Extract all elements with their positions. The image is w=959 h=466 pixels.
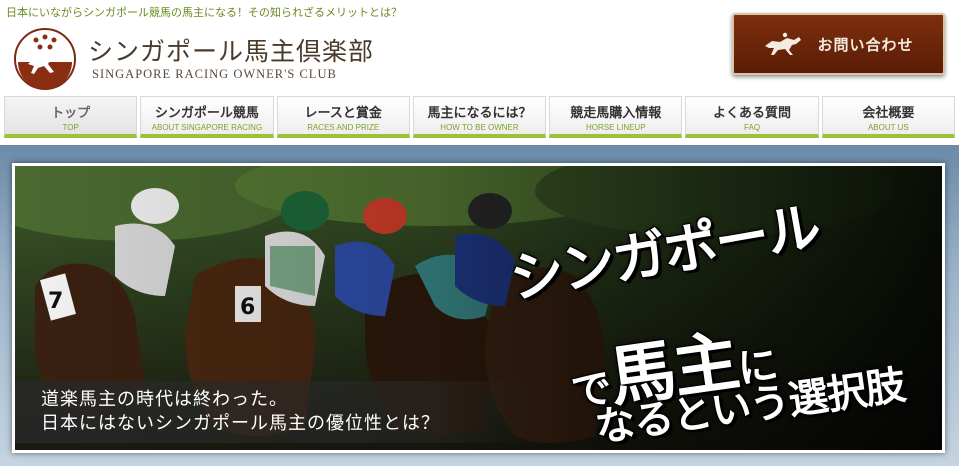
nav-item-about-us[interactable]: 会社概要 ABOUT US bbox=[821, 96, 955, 138]
nav-item-singapore-racing[interactable]: シンガポール競馬 ABOUT SINGAPORE RACING bbox=[140, 96, 274, 138]
contact-button[interactable]: お問い合わせ bbox=[732, 13, 945, 75]
club-logo-icon[interactable] bbox=[14, 28, 76, 90]
logo-title[interactable]: シンガポール馬主倶楽部 bbox=[88, 32, 374, 68]
nav-item-faq[interactable]: よくある質問 FAQ bbox=[685, 96, 819, 138]
nav-item-sublabel: TOP bbox=[62, 123, 79, 132]
nav-item-sublabel: HORSE LINEUP bbox=[585, 123, 646, 132]
horse-rider-icon bbox=[765, 32, 802, 55]
nav-item-label: シンガポール競馬 bbox=[154, 106, 259, 121]
nav-item-horse-lineup[interactable]: 競走馬購入情報 HORSE LINEUP bbox=[549, 96, 683, 138]
hero-caption-line1: 道楽馬主の時代は終わった。 bbox=[41, 389, 288, 410]
logo-subtitle: SINGAPORE RACING OWNER'S CLUB bbox=[92, 67, 337, 81]
nav-item-sublabel: ABOUT SINGAPORE RACING bbox=[151, 123, 263, 132]
nav-item-sublabel: RACES AND PRIZE bbox=[307, 123, 380, 132]
hero-banner[interactable]: 7 6 道楽馬主の時代は終わった。 日本にはないシンガポール馬主の優位性とは？ … bbox=[12, 163, 945, 453]
contact-button-label: お問い合わせ bbox=[817, 35, 914, 54]
nav-item-sublabel: ABOUT US bbox=[867, 123, 909, 132]
nav-item-label: 競走馬購入情報 bbox=[570, 106, 662, 121]
nav-item-label: よくある質問 bbox=[713, 106, 792, 121]
nav-item-label: トップ bbox=[51, 106, 91, 121]
main-nav: トップ TOP シンガポール競馬 ABOUT SINGAPORE RACING … bbox=[4, 96, 955, 142]
nav-item-label: 会社概要 bbox=[862, 106, 915, 121]
nav-item-label: 馬主になるには？ bbox=[427, 106, 532, 121]
nav-item-sublabel: FAQ bbox=[744, 123, 761, 132]
nav-item-races-prize[interactable]: レースと賞金 RACES AND PRIZE bbox=[276, 96, 410, 138]
nav-item-sublabel: HOW TO BE OWNER bbox=[440, 123, 519, 132]
nav-item-how-to-be-owner[interactable]: 馬主になるには？ HOW TO BE OWNER bbox=[412, 96, 547, 138]
nav-item-label: レースと賞金 bbox=[304, 106, 382, 121]
hero-caption-line2: 日本にはないシンガポール馬主の優位性とは？ bbox=[41, 413, 440, 434]
header-tagline: 日本にいながらシンガポール競馬の馬主になる！その知られざるメリットとは？ bbox=[6, 6, 402, 19]
nav-item-top[interactable]: トップ TOP bbox=[4, 96, 138, 138]
